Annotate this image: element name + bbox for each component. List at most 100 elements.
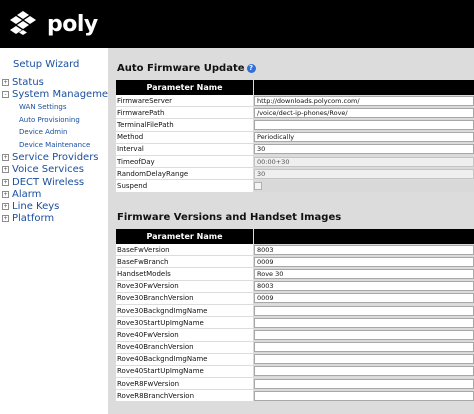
sidebar-item-status[interactable]: + Status	[2, 76, 108, 88]
sidebar-item-line-keys[interactable]: + Line Keys	[2, 200, 108, 212]
param-label-rove40-branch-version: Rove40BranchVersion	[116, 341, 253, 354]
param-value-cell: /voice/dect-ip-phones/Rove/	[253, 107, 474, 120]
sidebar-item-label: Voice Services	[12, 164, 84, 176]
table-row: Interval 30	[116, 143, 474, 156]
param-label-method: Method	[116, 131, 253, 144]
rove40-fw-version-field[interactable]	[254, 329, 474, 340]
expand-icon[interactable]: +	[2, 166, 9, 174]
sidebar-item-dect-wireless[interactable]: + DECT Wireless	[2, 176, 108, 188]
interval-field[interactable]: 30	[254, 144, 474, 155]
param-value-cell	[253, 341, 474, 354]
auto-update-table: Parameter Name FirmwareServer http://down…	[116, 80, 474, 193]
param-label-random-delay-range: RandomDelayRange	[116, 168, 253, 181]
param-value-cell	[253, 353, 474, 366]
sidebar-subitem-device-maintenance[interactable]: Device Maintenance	[2, 139, 108, 152]
table-row: Rove40BranchVersion	[116, 341, 474, 354]
sidebar-item-label: System Management	[12, 88, 119, 100]
expand-icon[interactable]: +	[2, 190, 9, 198]
rove30-branch-version-field[interactable]: 0009	[254, 293, 474, 304]
base-fw-version-field[interactable]: 8003	[254, 244, 474, 255]
param-label-interval: Interval	[116, 143, 253, 156]
firmware-versions-title-text: Firmware Versions and Handset Images	[117, 212, 342, 223]
rove-r8-branch-version-field[interactable]	[254, 390, 474, 401]
param-label-rove40-start-up-img-name: Rove40StartUpImgName	[116, 365, 253, 379]
param-value-cell: 8003	[253, 280, 474, 293]
expand-icon[interactable]: +	[2, 215, 9, 223]
table-row: Suspend	[116, 180, 474, 193]
param-value-cell: 0009	[253, 256, 474, 269]
rove30-start-up-img-name-field[interactable]	[254, 317, 474, 328]
sidebar-subitem-device-admin[interactable]: Device Admin	[2, 126, 108, 139]
poly-logo-icon	[10, 11, 36, 35]
rove-r8-fw-version-field[interactable]	[254, 378, 474, 389]
expand-icon[interactable]: +	[2, 178, 9, 186]
table-row: BaseFwBranch 0009	[116, 256, 474, 269]
rove40-branch-version-field[interactable]	[254, 342, 474, 353]
param-value-cell	[253, 180, 474, 193]
param-value-cell	[253, 119, 474, 132]
poly-logo: poly	[9, 9, 99, 39]
param-label-rove30-branch-version: Rove30BranchVersion	[116, 292, 253, 305]
sidebar-item-label: Alarm	[12, 188, 42, 200]
param-value-cell	[253, 304, 474, 318]
sidebar: Setup Wizard + Status - System Management WA…	[0, 48, 118, 414]
rove30-backgnd-img-name-field[interactable]	[254, 305, 474, 316]
rove40-backgnd-img-name-field[interactable]	[254, 354, 474, 365]
table-row: RoveR8BranchVersion	[116, 390, 474, 403]
firmware-server-field[interactable]: http://downloads.polycom.com/	[254, 95, 474, 106]
sidebar-item-platform[interactable]: + Platform	[2, 213, 108, 225]
sidebar-subitem-wan-settings[interactable]: WAN Settings	[2, 100, 108, 113]
param-label-handset-models: HandsetModels	[116, 268, 253, 281]
param-value-cell: Rove 30	[253, 268, 474, 281]
handset-models-field[interactable]: Rove 30	[254, 268, 474, 279]
value-header	[254, 229, 474, 244]
table-header: Parameter Name	[116, 229, 474, 244]
param-label-rove-r8-fw-version: RoveR8FwVersion	[116, 378, 253, 391]
table-row: RoveR8FwVersion	[116, 378, 474, 391]
auto-firmware-update-title-text: Auto Firmware Update	[117, 63, 245, 74]
terminal-file-path-field[interactable]	[254, 119, 474, 130]
table-row: FirmwareServer http://downloads.polycom.c…	[116, 95, 474, 108]
table-row: BaseFwVersion 8003	[116, 244, 474, 257]
expand-icon[interactable]: +	[2, 202, 9, 210]
rove30-fw-version-field[interactable]: 8003	[254, 281, 474, 292]
table-row: Rove30FwVersion 8003	[116, 280, 474, 293]
sidebar-item-service-providers[interactable]: + Service Providers	[2, 152, 108, 164]
expand-icon[interactable]: +	[2, 154, 9, 162]
param-label-suspend: Suspend	[116, 180, 253, 193]
sidebar-item-label: Platform	[12, 213, 55, 225]
expand-icon[interactable]: +	[2, 78, 9, 86]
param-label-terminal-file-path: TerminalFilePath	[116, 119, 253, 132]
suspend-checkbox[interactable]	[254, 181, 262, 190]
sidebar-subitem-auto-provisioning[interactable]: Auto Provisioning	[2, 113, 108, 126]
base-fw-branch-field[interactable]: 0009	[254, 256, 474, 267]
parameter-name-header: Parameter Name	[116, 80, 253, 95]
firmware-path-field[interactable]: /voice/dect-ip-phones/Rove/	[254, 107, 474, 118]
param-label-rove40-backgnd-img-name: Rove40BackgndImgName	[116, 353, 253, 366]
param-label-base-fw-version: BaseFwVersion	[116, 244, 253, 257]
param-value-cell	[253, 329, 474, 342]
parameter-name-header: Parameter Name	[116, 229, 253, 244]
timeof-day-field: 00:00+30	[254, 156, 474, 167]
help-icon[interactable]: ?	[246, 64, 256, 73]
sidebar-item-label: DECT Wireless	[12, 176, 85, 188]
main-content: Auto Firmware Update ? Parameter Name Fi…	[108, 48, 474, 414]
param-value-cell	[253, 390, 474, 403]
sidebar-item-label: Line Keys	[12, 200, 60, 212]
sidebar-item-label: Status	[12, 76, 44, 88]
sidebar-item-alarm[interactable]: + Alarm	[2, 188, 108, 200]
top-bar: poly	[0, 0, 474, 48]
table-row: Rove30StartUpImgName	[116, 317, 474, 330]
rove40-start-up-img-name-field[interactable]	[254, 366, 474, 377]
table-row: Method Periodically	[116, 131, 474, 144]
method-select[interactable]: Periodically	[254, 132, 474, 143]
table-row: FirmwarePath/voice/dect-ip-phones/Rove/	[116, 107, 474, 120]
table-header: Parameter Name	[116, 80, 474, 95]
sidebar-item-system-management[interactable]: - System Management	[2, 88, 118, 100]
param-label-rove-r8-branch-version: RoveR8BranchVersion	[116, 390, 253, 403]
table-row: TerminalFilePath	[116, 119, 474, 132]
firmware-versions-table: Parameter Name BaseFwVersion 8003 BaseFwBr…	[116, 229, 474, 403]
collapse-icon[interactable]: -	[2, 90, 9, 98]
sidebar-item-voice-services[interactable]: + Voice Services	[2, 164, 108, 176]
setup-wizard-link[interactable]: Setup Wizard	[13, 59, 79, 70]
